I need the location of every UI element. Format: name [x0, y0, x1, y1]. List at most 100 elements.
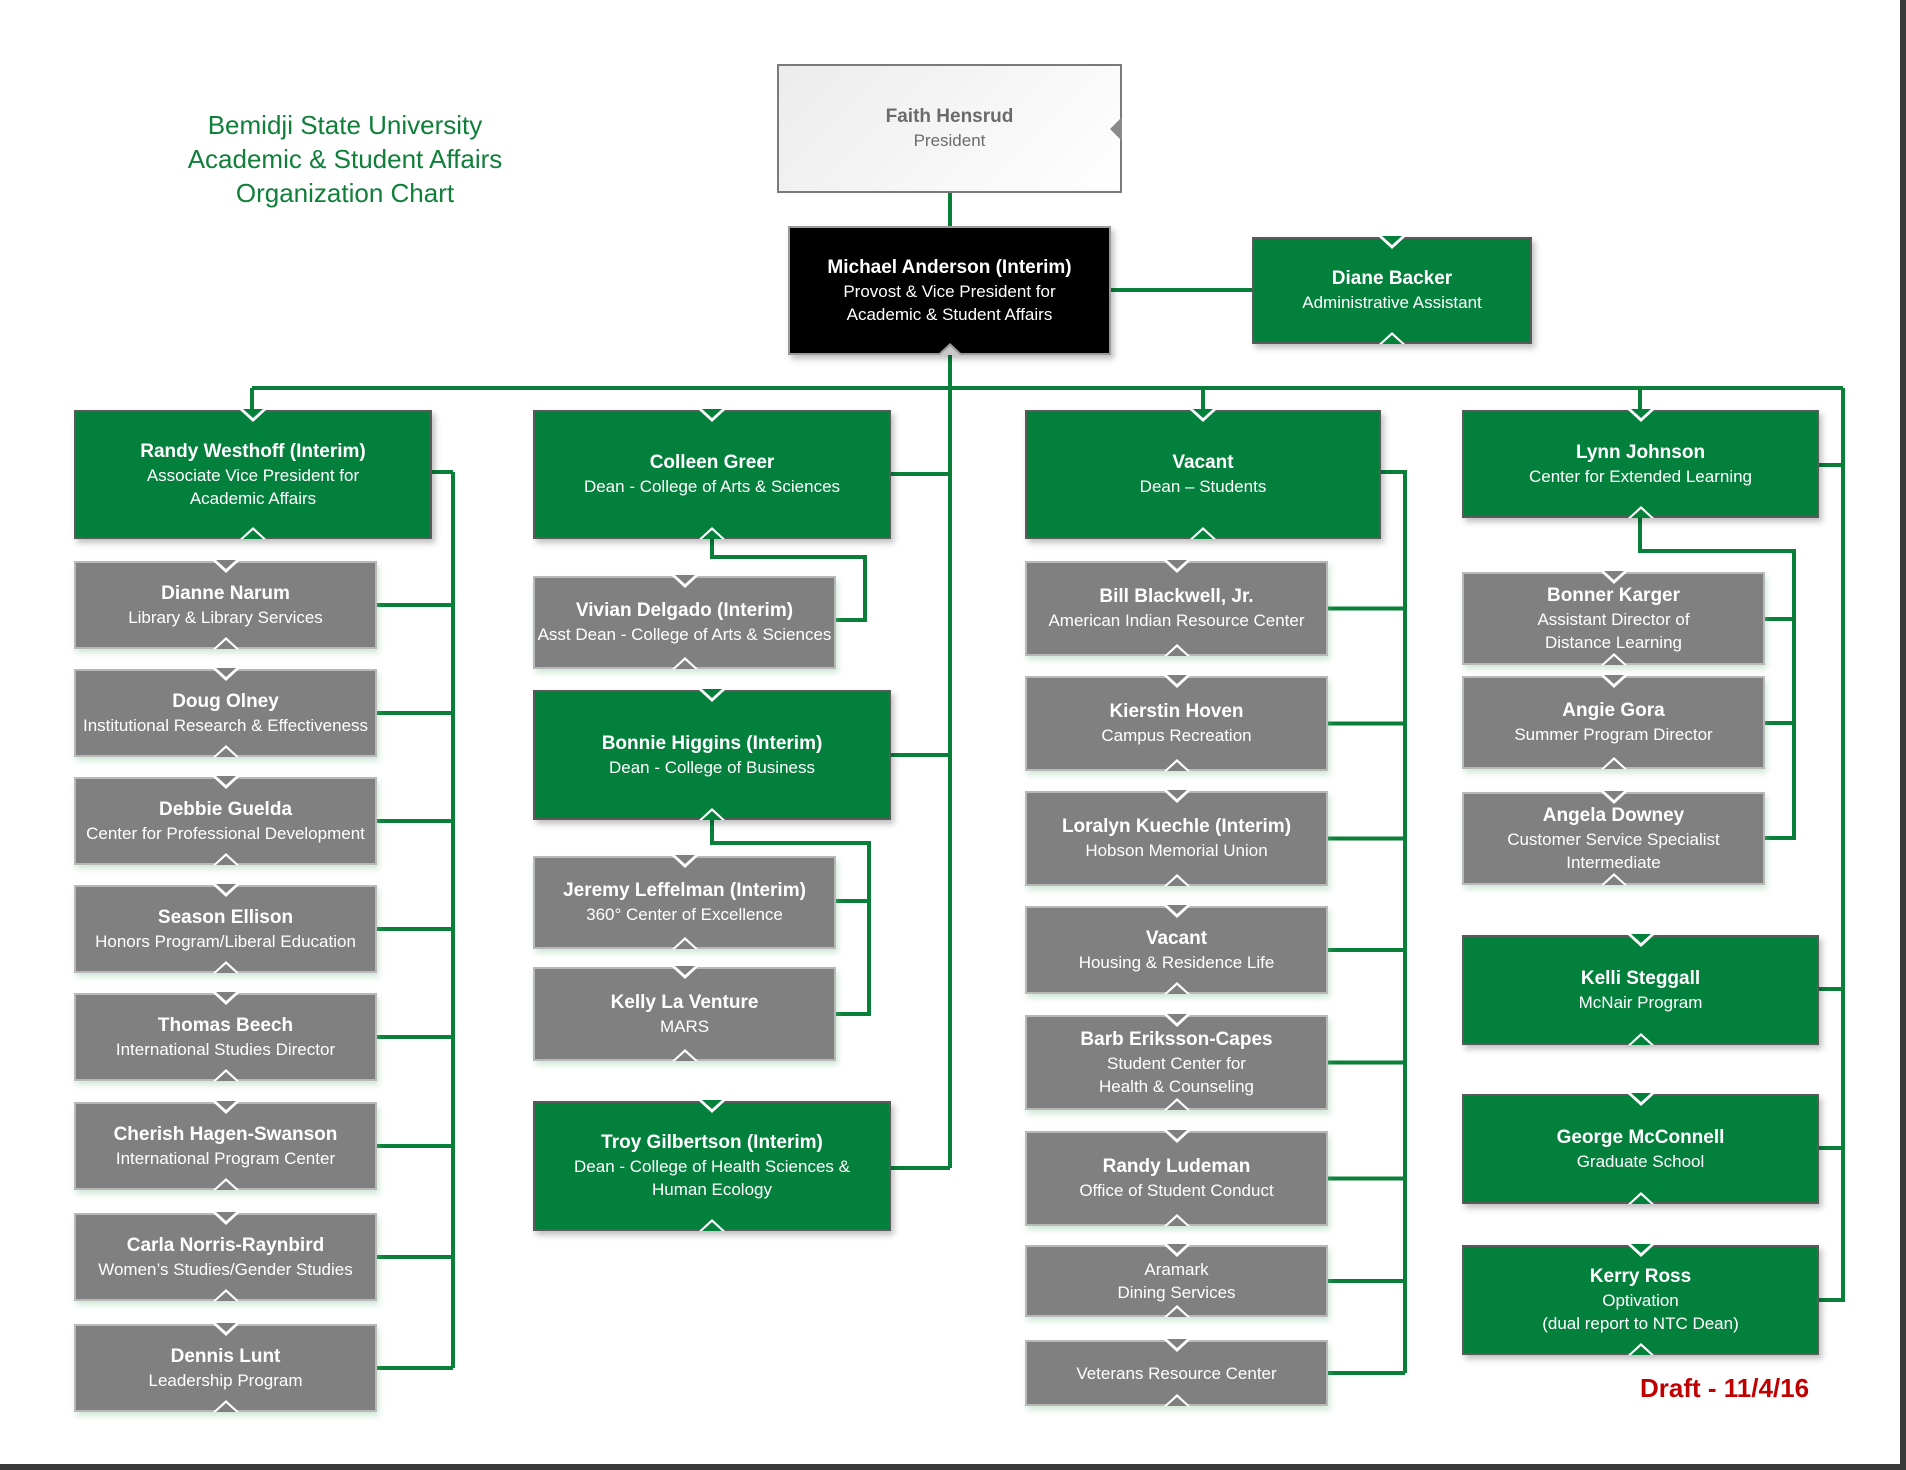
report-name: Doug Olney — [172, 690, 279, 712]
col4-direct-box[interactable]: Kelli Steggall McNair Program — [1462, 934, 1819, 1045]
business-report-box[interactable]: Kelly La Venture MARS — [533, 966, 836, 1061]
report-role: 360° Center of Excellence — [586, 905, 783, 924]
col4-report-box[interactable]: Angela Downey Customer Service Specialist… — [1462, 791, 1765, 885]
col3-report-box[interactable]: Loralyn Kuechle (Interim) Hobson Memorial… — [1025, 790, 1328, 886]
report-name: Kelly La Venture — [610, 991, 759, 1013]
report-role: Student Center for Health & Counseling — [1099, 1053, 1254, 1096]
report-role: Campus Recreation — [1101, 726, 1252, 745]
notch-top-icon — [1627, 934, 1654, 947]
notch-top-icon — [1627, 409, 1654, 422]
report-name: Kerry Ross — [1589, 1266, 1692, 1287]
business-report-box[interactable]: Jeremy Leffelman (Interim) 360° Center o… — [533, 855, 836, 949]
col3-head-name: Vacant — [1172, 452, 1234, 473]
report-name: Season Ellison — [157, 906, 294, 928]
notch-top-icon — [212, 560, 239, 573]
col1-report-box[interactable]: Debbie Guelda Center for Professional Dev… — [74, 776, 377, 865]
col3-report-box[interactable]: Vacant Housing & Residence Life — [1025, 905, 1328, 994]
col1-report-box[interactable]: Dianne Narum Library & Library Services — [74, 560, 377, 649]
notch-top-icon — [1163, 790, 1190, 803]
report-role: International Studies Director — [115, 1039, 336, 1059]
notch-bottom-icon — [699, 527, 725, 539]
notch-bottom-icon — [1600, 873, 1627, 885]
col4-direct-box[interactable]: Kerry Ross Optivation (dual report to NTC… — [1462, 1244, 1819, 1355]
col3-report-box[interactable]: Kierstin Hoven Campus Recreation — [1025, 675, 1328, 771]
notch-top-icon — [212, 1323, 239, 1336]
col4-report-box[interactable]: Bonner Karger Assistant Director of Dista… — [1462, 571, 1765, 665]
notch-bottom-icon — [1163, 1305, 1190, 1317]
report-role: MARS — [659, 1016, 710, 1036]
col3-report-box[interactable]: Aramark Dining Services — [1025, 1244, 1328, 1317]
col3-report-box[interactable]: Barb Eriksson-Capes Student Center for He… — [1025, 1014, 1328, 1110]
col1-report-box[interactable]: Carla Norris-Raynbird Women’s Studies/Gen… — [74, 1212, 377, 1301]
notch-bottom-icon — [1379, 332, 1405, 344]
dean-business-box[interactable]: Bonnie Higgins (Interim) Dean - College … — [533, 689, 891, 820]
notch-bottom-icon — [1600, 653, 1627, 665]
col3-head-box[interactable]: Vacant Dean – Students — [1025, 409, 1381, 539]
report-name: Dennis Lunt — [170, 1345, 281, 1367]
report-role: Optivation (dual report to NTC Dean) — [1542, 1291, 1739, 1333]
report-role: International Program Center — [115, 1148, 336, 1168]
col3-report-box[interactable]: Veterans Resource Center — [1025, 1339, 1328, 1406]
notch-top-icon — [1163, 560, 1190, 573]
provost-box[interactable]: Michael Anderson (Interim) Provost & Vic… — [788, 226, 1111, 355]
notch-top-icon — [1163, 1014, 1190, 1027]
collapse-notch-icon[interactable] — [936, 343, 963, 355]
dean-role: Dean - College of Arts & Sciences — [583, 477, 841, 496]
col1-report-box[interactable]: Doug Olney Institutional Research & Effec… — [74, 668, 377, 757]
notch-top-icon — [212, 992, 239, 1005]
report-name: Barb Eriksson-Capes — [1080, 1028, 1273, 1050]
report-role: Honors Program/Liberal Education — [95, 931, 356, 951]
col4-direct-box[interactable]: George McConnell Graduate School — [1462, 1093, 1819, 1204]
report-role: Summer Program Director — [1514, 725, 1713, 744]
col1-report-box[interactable]: Cherish Hagen-Swanson International Progr… — [74, 1101, 377, 1190]
report-role: McNair Program — [1578, 992, 1703, 1012]
col1-head-box[interactable]: Randy Westhoff (Interim) Associate Vice … — [74, 409, 432, 539]
notch-top-icon — [240, 409, 266, 422]
notch-bottom-icon — [212, 961, 239, 973]
notch-bottom-icon — [1163, 644, 1190, 656]
notch-top-icon — [212, 1101, 239, 1114]
report-name: Thomas Beech — [157, 1014, 294, 1036]
col1-report-box[interactable]: Dennis Lunt Leadership Program — [74, 1323, 377, 1412]
notch-bottom-icon — [1627, 1033, 1654, 1045]
report-name: Kelli Steggall — [1580, 967, 1701, 989]
notch-top-icon — [671, 855, 698, 868]
report-name: Jeremy Leffelman (Interim) — [563, 880, 806, 901]
report-role: Office of Student Conduct — [1079, 1181, 1274, 1200]
notch-bottom-icon — [699, 808, 725, 820]
col4-head-name: Lynn Johnson — [1575, 441, 1706, 463]
notch-bottom-icon — [1163, 1394, 1190, 1406]
col1-report-box[interactable]: Thomas Beech International Studies Direct… — [74, 992, 377, 1081]
report-role: Leadership Program — [148, 1370, 303, 1390]
notch-top-icon — [1600, 571, 1627, 584]
notch-top-icon — [1627, 1244, 1654, 1257]
provost-role: Provost & Vice President for Academic & … — [843, 281, 1056, 324]
assistant-box[interactable]: Diane Backer Administrative Assistant — [1252, 236, 1532, 344]
president-box[interactable]: Faith Hensrud President — [777, 64, 1122, 193]
col3-report-box[interactable]: Bill Blackwell, Jr. American Indian Resou… — [1025, 560, 1328, 656]
dean-arts-sciences-box[interactable]: Colleen Greer Dean - College of Arts & S… — [533, 409, 891, 539]
dean-health-box[interactable]: Troy Gilbertson (Interim) Dean - College… — [533, 1100, 891, 1231]
col1-head-role: Associate Vice President for Academic Af… — [146, 465, 360, 508]
notch-top-icon — [1190, 409, 1216, 422]
dean-name: Troy Gilbertson (Interim) — [601, 1132, 823, 1153]
president-name: Faith Hensrud — [885, 106, 1014, 127]
notch-top-icon — [671, 575, 698, 588]
report-role: Assistant Director of Distance Learning — [1537, 609, 1690, 652]
col4-head-box[interactable]: Lynn Johnson Center for Extended Learnin… — [1462, 409, 1819, 518]
col3-report-box[interactable]: Randy Ludeman Office of Student Conduct — [1025, 1130, 1328, 1226]
asst-dean-box[interactable]: Vivian Delgado (Interim) Asst Dean - Col… — [533, 575, 836, 669]
report-name: Bonner Karger — [1546, 584, 1681, 606]
notch-bottom-icon — [212, 1400, 239, 1412]
expand-notch-icon[interactable] — [1110, 116, 1122, 141]
col1-report-box[interactable]: Season Ellison Honors Program/Liberal Edu… — [74, 884, 377, 973]
report-name: Cherish Hagen-Swanson — [113, 1123, 338, 1145]
report-role: Customer Service Specialist Intermediate — [1507, 829, 1720, 872]
notch-top-icon — [1163, 1339, 1190, 1352]
report-name: Randy Ludeman — [1102, 1156, 1251, 1177]
dean-role: Dean - College of Health Sciences & Huma… — [574, 1157, 850, 1199]
notch-bottom-icon — [212, 1178, 239, 1190]
report-role: American Indian Resource Center — [1048, 611, 1305, 630]
notch-bottom-icon — [1600, 757, 1627, 769]
col4-report-box[interactable]: Angie Gora Summer Program Director — [1462, 675, 1765, 769]
